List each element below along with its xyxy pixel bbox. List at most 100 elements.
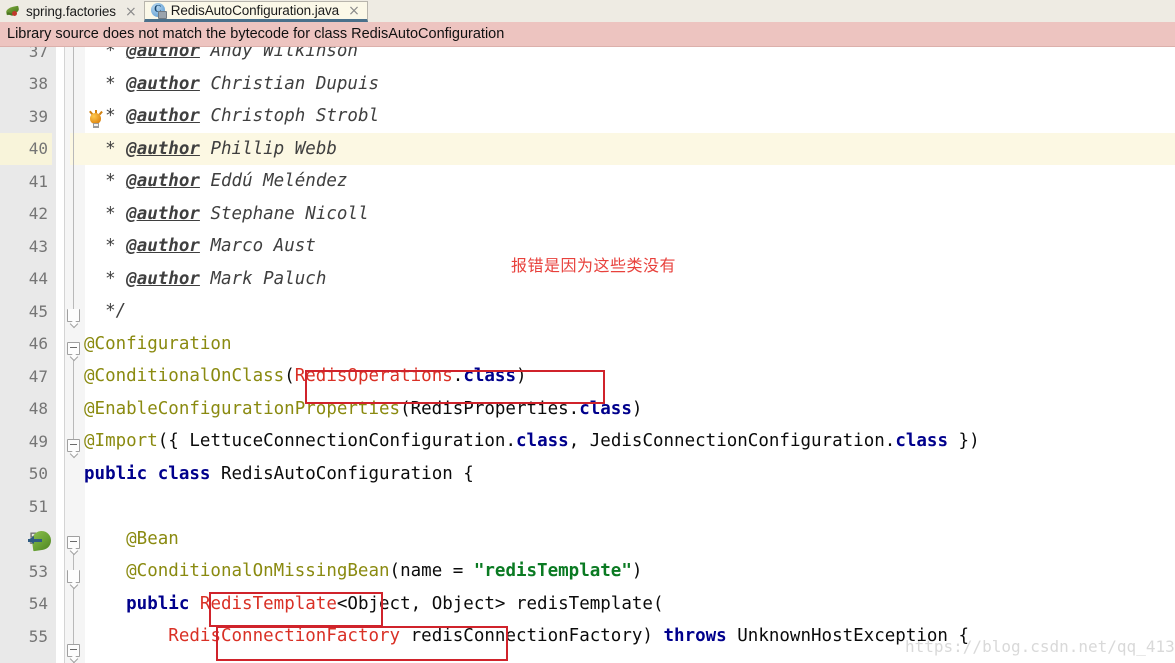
line-number: 39 bbox=[28, 106, 48, 126]
code-line[interactable]: 48 @EnableConfigurationProperties (RedisPr… bbox=[0, 393, 1175, 426]
fold-marker-method-body[interactable] bbox=[67, 644, 82, 663]
code-token: RedisTemplate bbox=[199, 593, 337, 614]
code-token: public bbox=[84, 593, 190, 614]
code-token: @author bbox=[126, 138, 200, 159]
spring-bean-gutter-icon[interactable] bbox=[28, 529, 53, 552]
code-line[interactable]: 51 bbox=[0, 490, 1175, 523]
fold-marker-comment-end[interactable] bbox=[67, 309, 82, 329]
code-line-content: RedisConnectionFactory redisConnectionFa… bbox=[84, 620, 969, 653]
code-token: Eddú Meléndez bbox=[199, 171, 348, 192]
code-token: RedisAutoConfiguration { bbox=[210, 463, 474, 484]
code-line[interactable]: 42 * @author Stephane Nicoll bbox=[0, 198, 1175, 231]
code-line[interactable]: 52 @Bean bbox=[0, 523, 1175, 556]
line-number: 48 bbox=[28, 399, 48, 419]
code-line-content: * @author Phillip Webb bbox=[84, 133, 337, 166]
close-icon[interactable]: × bbox=[348, 4, 360, 18]
code-token: * bbox=[84, 73, 127, 94]
line-number: 53 bbox=[28, 561, 48, 581]
code-token: . bbox=[452, 366, 464, 387]
code-line-content: * @author Christian Dupuis bbox=[84, 68, 379, 101]
code-token: Marco Aust bbox=[199, 236, 316, 257]
code-token: * bbox=[84, 47, 127, 62]
code-token: * bbox=[84, 138, 127, 159]
editor-tab-bar: spring.factories × C RedisAutoConfigurat… bbox=[0, 0, 1175, 23]
code-token: * bbox=[84, 203, 127, 224]
library-source-mismatch-banner: Library source does not match the byteco… bbox=[0, 22, 1175, 47]
code-token: @author bbox=[126, 73, 200, 94]
code-token: public class bbox=[84, 463, 211, 484]
code-token: ( bbox=[284, 366, 295, 387]
code-token: Stephane Nicoll bbox=[199, 203, 369, 224]
code-line[interactable]: 37 * @author Andy Wilkinson bbox=[0, 47, 1175, 68]
fold-marker-annotation[interactable] bbox=[67, 570, 82, 590]
code-token: @author bbox=[126, 171, 200, 192]
code-text-area[interactable]: 37 * @author Andy Wilkinson 38 * @author … bbox=[0, 47, 1175, 663]
line-number: 41 bbox=[28, 171, 48, 191]
code-token: ) bbox=[631, 398, 643, 419]
fold-marker-configuration[interactable] bbox=[67, 342, 82, 362]
tab-spring-factories[interactable]: spring.factories × bbox=[0, 1, 144, 22]
code-token: Phillip Webb bbox=[199, 138, 337, 159]
line-number: 51 bbox=[28, 496, 48, 516]
line-number: 44 bbox=[28, 269, 48, 289]
line-number: 49 bbox=[28, 431, 48, 451]
code-line[interactable]: 45 */ bbox=[0, 295, 1175, 328]
fold-guide-line bbox=[73, 47, 74, 319]
close-icon[interactable]: × bbox=[125, 5, 137, 19]
idea-editor-window: spring.factories × C RedisAutoConfigurat… bbox=[0, 0, 1175, 663]
code-editor[interactable]: 37 * @author Andy Wilkinson 38 * @author … bbox=[0, 47, 1175, 663]
fold-marker-bean-method[interactable] bbox=[67, 536, 82, 556]
line-number: 45 bbox=[28, 301, 48, 321]
line-number: 37 bbox=[28, 47, 48, 61]
code-token: Andy Wilkinson bbox=[199, 47, 358, 62]
code-line-content: public class RedisAutoConfiguration { bbox=[84, 458, 474, 491]
code-token: class bbox=[579, 398, 632, 419]
code-token: @author bbox=[126, 106, 200, 127]
line-number: 46 bbox=[28, 334, 48, 354]
code-token: * bbox=[84, 171, 127, 192]
code-token: class bbox=[895, 431, 948, 452]
code-line[interactable]: 49 @Import({ LettuceConnectionConfigurati… bbox=[0, 425, 1175, 458]
code-token: RedisOperations bbox=[294, 366, 453, 387]
code-line-content: @Configuration bbox=[84, 328, 232, 361]
code-token: @Bean bbox=[84, 528, 179, 549]
code-line-content: @Import({ LettuceConnectionConfiguration… bbox=[84, 425, 980, 458]
tab-redisautoconfiguration-java[interactable]: C RedisAutoConfiguration.java × bbox=[143, 1, 368, 22]
line-number: 50 bbox=[28, 464, 48, 484]
code-line[interactable]: 41 * @author Eddú Meléndez bbox=[0, 165, 1175, 198]
code-token: , JedisConnectionConfiguration. bbox=[568, 431, 896, 452]
code-line-content: @Bean bbox=[84, 523, 179, 556]
code-token: throws bbox=[663, 626, 727, 647]
code-line[interactable]: 39 * @author Christoph Strobl bbox=[0, 100, 1175, 133]
code-line[interactable]: 38 * @author Christian Dupuis bbox=[0, 68, 1175, 101]
code-token: class bbox=[463, 366, 517, 387]
fold-marker-import[interactable] bbox=[67, 439, 82, 459]
code-line-content: * @author Marco Aust bbox=[84, 230, 316, 263]
code-line[interactable]: 46 @Configuration bbox=[0, 328, 1175, 361]
code-line[interactable]: 53 @ConditionalOnMissingBean (name = "red… bbox=[0, 555, 1175, 588]
code-line-content: * @author Mark Paluch bbox=[84, 263, 326, 296]
code-token: @Configuration bbox=[84, 333, 232, 354]
code-line-content: * @author Christoph Strobl bbox=[84, 100, 379, 133]
code-line[interactable]: 40 * @author Phillip Webb bbox=[0, 132, 1175, 166]
code-token: Christian Dupuis bbox=[199, 73, 380, 94]
code-token: "redisTemplate" bbox=[473, 561, 632, 582]
code-line-content: @EnableConfigurationProperties (RedisProp… bbox=[84, 393, 642, 426]
code-token: (name = bbox=[389, 561, 474, 582]
code-token: * bbox=[84, 268, 127, 289]
code-token: ) bbox=[516, 366, 527, 387]
code-line[interactable]: 47 @ConditionalOnClass(RedisOperations. cl… bbox=[0, 360, 1175, 393]
code-line-content: @ConditionalOnClass(RedisOperations. clas… bbox=[84, 360, 527, 393]
code-line[interactable]: 50 public class RedisAutoConfiguration { bbox=[0, 458, 1175, 491]
code-line-content: */ bbox=[84, 295, 126, 328]
code-token: @ConditionalOnMissingBean bbox=[84, 561, 390, 582]
banner-message: Library source does not match the byteco… bbox=[7, 26, 505, 42]
line-number: 47 bbox=[28, 366, 48, 386]
code-line-content: * @author Stephane Nicoll bbox=[84, 198, 369, 231]
code-line-content: * @author Andy Wilkinson bbox=[84, 47, 358, 68]
code-token: ) bbox=[631, 561, 643, 582]
code-line[interactable]: 54 public RedisTemplate <Object, Object> … bbox=[0, 588, 1175, 621]
intention-bulb-icon[interactable] bbox=[88, 110, 104, 130]
code-token: @Import bbox=[84, 431, 158, 452]
